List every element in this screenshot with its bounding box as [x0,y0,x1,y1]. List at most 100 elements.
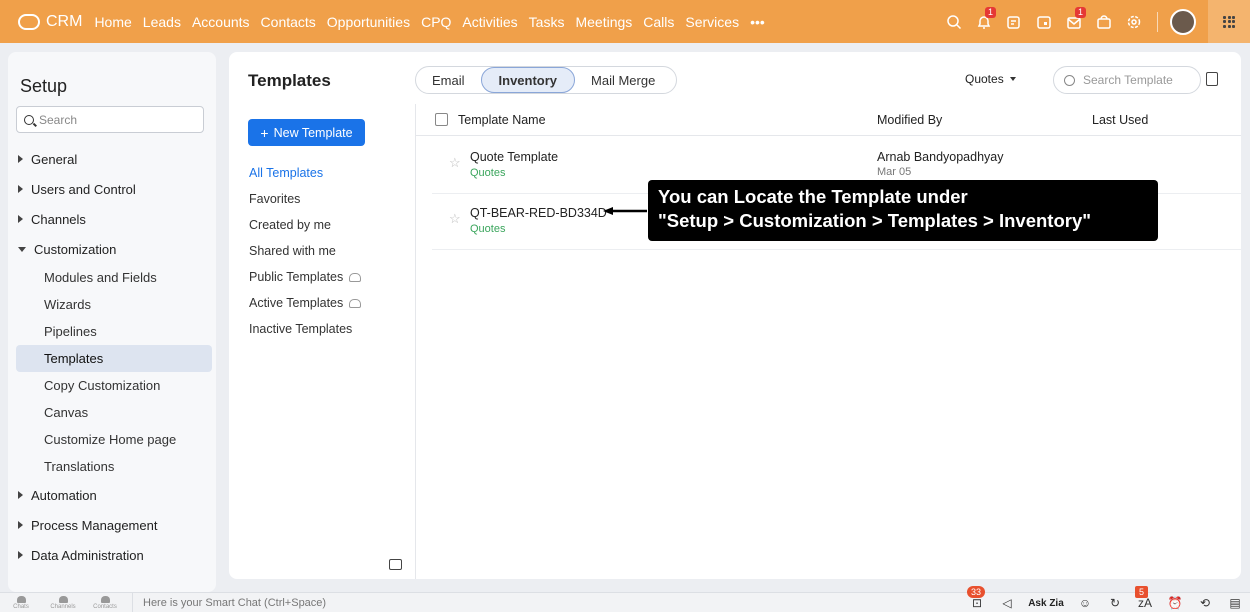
nav-accounts[interactable]: Accounts [192,14,250,30]
chats-icon [16,595,26,603]
channels-icon [58,595,68,603]
contacts-button[interactable]: Contacts [84,595,126,610]
template-search-input[interactable]: Search Template [1053,66,1201,94]
template-name[interactable]: QT-BEAR-RED-BD334D [470,206,607,220]
new-template-button[interactable]: + New Template [248,119,365,146]
nav-calls[interactable]: Calls [643,14,674,30]
templates-table: Template Name Modified By Last Used ☆ Qu… [416,104,1241,250]
nav-meetings[interactable]: Meetings [575,14,632,30]
marketplace-icon[interactable] [1095,13,1113,31]
menu-users-and-control[interactable]: Users and Control [8,174,216,204]
filter-favorites[interactable]: Favorites [249,186,361,212]
contacts-icon [100,595,110,603]
ask-zia-button[interactable]: Ask Zia [1022,598,1070,609]
feedback-icon[interactable]: ☺ [1070,596,1100,610]
zia-count-badge: 5 [1135,586,1149,598]
sub-wizards[interactable]: Wizards [8,291,212,318]
col-template-name[interactable]: Template Name [458,113,546,127]
nav-home[interactable]: Home [94,14,131,30]
settings-gear-icon[interactable] [1125,13,1143,31]
nav-tasks[interactable]: Tasks [529,14,565,30]
favorite-star-icon[interactable]: ☆ [449,155,461,171]
nav-services[interactable]: Services [685,14,739,30]
menu-automation[interactable]: Automation [8,480,216,510]
contacts-label: Contacts [93,603,117,610]
col-last-used[interactable]: Last Used [1092,113,1148,127]
caret-right-icon [18,491,23,499]
menu-channels[interactable]: Channels [8,204,216,234]
menu-data-administration[interactable]: Data Administration [8,540,216,570]
apps-grid-icon [1223,15,1235,28]
add-record-icon[interactable] [1005,13,1023,31]
bottom-bar: Chats Channels Contacts Here is your Sma… [0,586,1250,612]
modified-by: Arnab Bandyopadhyay [877,150,1004,164]
search-icon [1064,74,1075,86]
template-filters-panel: + New Template All Templates Favorites C… [229,104,416,579]
filter-public-label: Public Templates [249,270,344,284]
apps-grid-button[interactable] [1208,0,1250,43]
filter-shared-with-me[interactable]: Shared with me [249,238,361,264]
nav-activities[interactable]: Activities [462,14,517,30]
user-avatar[interactable] [1170,8,1196,35]
favorite-star-icon[interactable]: ☆ [449,211,461,227]
help-book-icon[interactable] [1206,72,1218,86]
channels-button[interactable]: Channels [42,595,84,610]
announcement-icon[interactable]: ◁ [992,596,1022,610]
filter-created-by-me[interactable]: Created by me [249,212,361,238]
col-modified-by[interactable]: Modified By [877,113,942,127]
tab-mail-merge[interactable]: Mail Merge [575,67,671,93]
tab-inventory[interactable]: Inventory [480,67,576,93]
bell-icon[interactable]: 1 [975,6,996,31]
chat-monitor-icon[interactable]: ⊡ 33 [962,586,992,610]
menu-general-label: General [31,151,78,167]
menu-process-label: Process Management [31,517,158,533]
menu-process-management[interactable]: Process Management [8,510,216,540]
nav-cpq[interactable]: CPQ [421,14,451,30]
sub-canvas[interactable]: Canvas [8,399,212,426]
setup-search-input[interactable]: Search [16,106,204,133]
smart-chat-input[interactable]: Here is your Smart Chat (Ctrl+Space) [132,592,732,612]
mail-icon[interactable]: 1 [1065,6,1086,31]
module-dropdown-value: Quotes [965,72,1004,86]
crm-logo[interactable]: CRM [0,13,82,31]
sub-templates[interactable]: Templates [16,345,212,372]
filter-active-label: Active Templates [249,296,344,310]
history-icon[interactable]: ⟲ [1190,596,1220,610]
menu-customization[interactable]: Customization [8,234,216,264]
templates-panel: Templates Email Inventory Mail Merge Quo… [229,52,1241,579]
notes-icon[interactable]: ▤ [1220,596,1250,610]
sub-copy-customization[interactable]: Copy Customization [8,372,212,399]
sub-translations[interactable]: Translations [8,453,212,480]
template-name[interactable]: Quote Template [470,150,558,164]
setup-sidebar: Setup Search General Users and Control C… [8,52,216,592]
filter-inactive-templates[interactable]: Inactive Templates [249,316,361,342]
sub-customize-home-page[interactable]: Customize Home page [8,426,212,453]
chats-button[interactable]: Chats [0,595,42,610]
zia-icon[interactable]: zA 5 [1130,586,1160,610]
collapse-panel-icon[interactable] [389,559,402,570]
setup-menu: General Users and Control Channels Custo… [8,144,216,570]
templates-header: Templates Email Inventory Mail Merge Quo… [229,52,1241,104]
nav-leads[interactable]: Leads [143,14,181,30]
sub-pipelines[interactable]: Pipelines [8,318,212,345]
modified-date: Mar 05 [877,166,912,178]
tab-email[interactable]: Email [416,67,481,93]
caret-right-icon [18,155,23,163]
module-dropdown[interactable]: Quotes [965,72,1016,86]
sub-modules-and-fields[interactable]: Modules and Fields [8,264,212,291]
calendar-icon[interactable] [1035,13,1053,31]
nav-contacts[interactable]: Contacts [261,14,316,30]
filter-all-templates[interactable]: All Templates [249,160,361,186]
refresh-icon[interactable]: ↻ [1100,596,1130,610]
filter-public-templates[interactable]: Public Templates [249,264,362,290]
template-search-placeholder: Search Template [1083,73,1173,87]
menu-general[interactable]: General [8,144,216,174]
nav-opportunities[interactable]: Opportunities [327,14,410,30]
nav-more[interactable]: ••• [750,14,765,30]
alarm-clock-icon[interactable]: ⏰ [1160,596,1190,610]
chats-label: Chats [13,603,29,610]
group-icon [349,298,362,308]
filter-active-templates[interactable]: Active Templates [249,290,362,316]
select-all-checkbox[interactable] [435,113,448,126]
search-icon[interactable] [945,13,963,31]
